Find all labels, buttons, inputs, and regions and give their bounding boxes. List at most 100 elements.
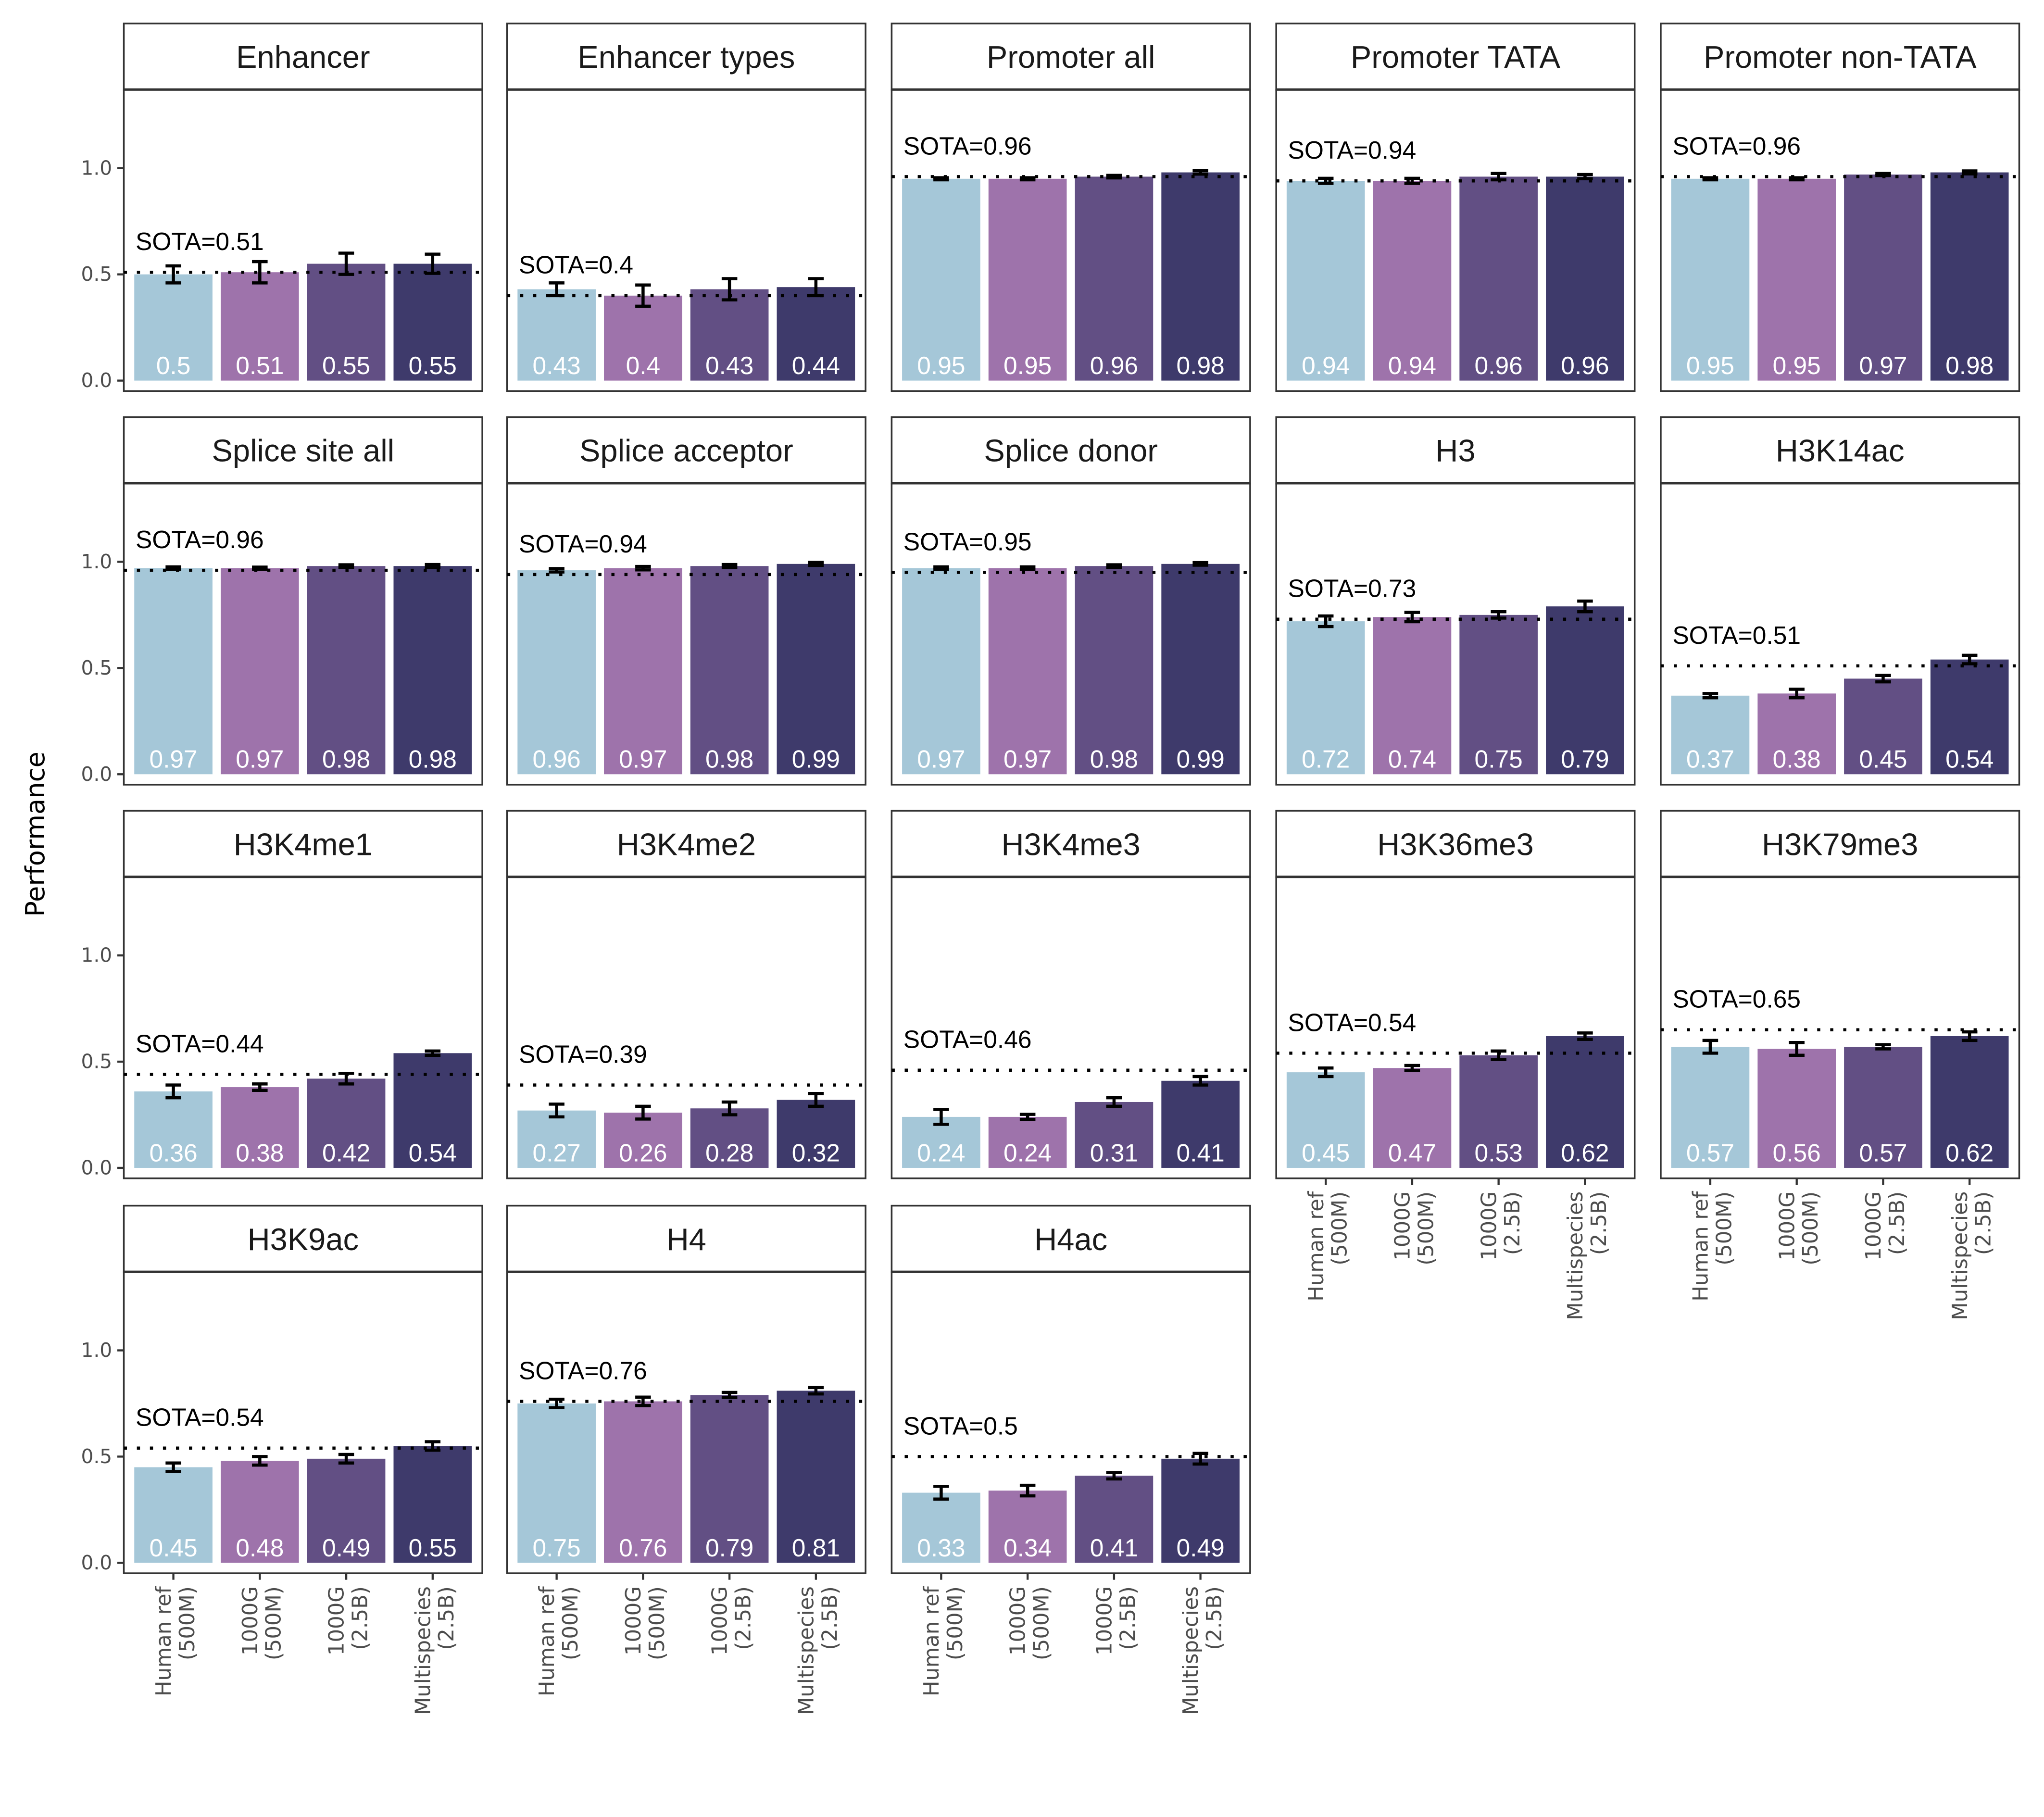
bar <box>1075 176 1154 381</box>
x-tick-label-line: (2.5B) <box>348 1586 372 1650</box>
bar-value-label: 0.98 <box>1945 351 1994 379</box>
sota-label: SOTA=0.54 <box>1288 1008 1417 1036</box>
bar-value-label: 0.41 <box>1177 1139 1225 1166</box>
bar <box>1546 176 1624 381</box>
bar-value-label: 0.97 <box>236 745 284 773</box>
x-tick-label: Human ref(500M) <box>1304 1190 1352 1302</box>
bar-value-label: 0.95 <box>1773 351 1821 379</box>
bar-value-label: 0.55 <box>322 351 370 379</box>
bar-value-label: 0.62 <box>1945 1139 1994 1166</box>
x-tick-label-line: (500M) <box>1712 1191 1736 1266</box>
bar-value-label: 0.97 <box>917 745 965 773</box>
facet-panel: Enhancer types 0.43 0.4 0.43 0.44 SOTA=0.4 <box>506 23 866 392</box>
bar-value-label: 0.79 <box>1561 745 1609 773</box>
facet-panel: H3K4me2 0.27 0.26 0.28 0.32 SOTA=0.39 <box>506 810 866 1179</box>
panels: Enhancer 0.0 0.5 1.0 0.5 0.51 0.55 0.55 SOTA=0.5… <box>81 23 2020 1715</box>
sota-label: SOTA=0.39 <box>519 1040 647 1068</box>
bar-value-label: 0.75 <box>533 1534 581 1562</box>
bar-value-label: 0.51 <box>236 351 284 379</box>
bar-value-label: 0.45 <box>149 1534 197 1562</box>
bar-value-label: 0.96 <box>533 745 581 773</box>
bar-value-label: 0.94 <box>1302 351 1350 379</box>
facet-panel: Promoter TATA 0.94 0.94 0.96 0.96 SOTA=0.94 <box>1275 23 1636 392</box>
x-tick-label: Multispecies(2.5B) <box>1948 1191 1996 1320</box>
x-tick-label-line: (2.5B) <box>1501 1191 1525 1255</box>
x-tick-label: 1000G(2.5B) <box>1092 1586 1140 1655</box>
x-tick-label-line: (2.5B) <box>1587 1191 1611 1255</box>
x-tick-label-line: Multispecies <box>1179 1586 1203 1715</box>
bar-value-label: 0.24 <box>917 1139 965 1166</box>
facet-title: H3K79me3 <box>1762 827 1918 862</box>
bar <box>517 570 596 775</box>
bar-value-label: 0.95 <box>1686 351 1734 379</box>
bar-value-label: 0.54 <box>1945 745 1994 773</box>
facet-title: H3K4me3 <box>1002 827 1141 862</box>
x-tick-label-line: 1000G <box>325 1586 349 1655</box>
facet-title: H3K14ac <box>1776 433 1905 468</box>
x-tick-label-line: (500M) <box>1799 1191 1823 1266</box>
facet-panel: H3 0.72 0.74 0.75 0.79 SOTA=0.73 <box>1275 416 1636 786</box>
bar-value-label: 0.27 <box>533 1139 581 1166</box>
bar-value-label: 0.74 <box>1388 745 1436 773</box>
sota-label: SOTA=0.4 <box>519 251 633 279</box>
y-tick-label: 1.0 <box>81 1339 112 1362</box>
bar-value-label: 0.62 <box>1561 1139 1609 1166</box>
bar-value-label: 0.97 <box>149 745 197 773</box>
y-tick-label: 0.0 <box>81 1156 112 1179</box>
bar <box>1161 564 1240 775</box>
bar <box>220 568 299 775</box>
bar <box>1844 174 1922 381</box>
bar-value-label: 0.79 <box>705 1534 753 1562</box>
sota-label: SOTA=0.76 <box>519 1356 647 1384</box>
faceted-bar-chart: Performance Enhancer 0.0 0.5 1.0 0.5 0.51 0.55… <box>20 23 2020 1715</box>
x-tick-label-line: (2.5B) <box>818 1586 842 1650</box>
x-tick-label: Multispecies(2.5B) <box>411 1586 459 1715</box>
x-tick-label: 1000G(2.5B) <box>325 1586 373 1655</box>
bar-value-label: 0.56 <box>1773 1139 1821 1166</box>
facet-panel: H3K79me3 0.57 0.56 0.57 0.62 SOTA=0.65 Human r… <box>1660 810 2020 1320</box>
sota-label: SOTA=0.73 <box>1288 575 1417 602</box>
bar-value-label: 0.96 <box>1090 351 1138 379</box>
x-tick-label-line: (2.5B) <box>1116 1586 1140 1650</box>
x-tick-label-line: Multispecies <box>411 1586 435 1715</box>
bar-value-label: 0.55 <box>409 351 457 379</box>
bar-value-label: 0.43 <box>705 351 753 379</box>
y-axis-label: Performance <box>20 752 50 917</box>
bar-value-label: 0.37 <box>1686 745 1734 773</box>
bar <box>1161 172 1240 381</box>
bar-value-label: 0.49 <box>322 1534 370 1562</box>
y-tick-label: 0.0 <box>81 1551 112 1574</box>
x-tick-label: Multispecies(2.5B) <box>794 1586 842 1715</box>
bar-value-label: 0.36 <box>149 1139 197 1166</box>
x-tick-label-line: 1000G <box>1775 1191 1799 1261</box>
sota-label: SOTA=0.54 <box>136 1403 264 1431</box>
x-tick-label-line: Multispecies <box>1948 1191 1972 1320</box>
bar-value-label: 0.95 <box>917 351 965 379</box>
x-tick-label-line: 1000G <box>238 1586 263 1655</box>
sota-label: SOTA=0.44 <box>136 1029 264 1057</box>
facet-panel: H4ac0.33 0.34 0.41 0.49SOTA=0.5Human ref(50… <box>890 1204 1251 1715</box>
bar-value-label: 0.55 <box>409 1534 457 1562</box>
bar-value-label: 0.4 <box>626 351 661 379</box>
y-tick-label: 0.5 <box>81 1050 112 1073</box>
x-tick-label-line: (500M) <box>1328 1191 1352 1266</box>
x-tick-label-line: Human ref <box>1689 1190 1713 1302</box>
x-tick-label-line: Multispecies <box>794 1586 818 1715</box>
x-tick-label-line: (500M) <box>1030 1586 1054 1660</box>
bar <box>902 568 980 775</box>
x-tick-label-line: Multispecies <box>1564 1191 1588 1320</box>
bar <box>393 566 472 775</box>
x-tick-label-line: (2.5B) <box>1972 1191 1996 1255</box>
bar-value-label: 0.42 <box>322 1139 370 1166</box>
facet-panel: H3K36me3 0.45 0.47 0.53 0.62 SOTA=0.54 Human r… <box>1275 810 1636 1320</box>
facet-panel: Promoter non-TATA 0.95 0.95 0.97 0.98 SOTA=0.… <box>1660 23 2020 392</box>
facet-panel: Splice site all 0.0 0.5 1.0 0.97 0.97 0.98 0.98… <box>81 416 483 786</box>
bar-value-label: 0.99 <box>1177 745 1225 773</box>
bar-value-label: 0.44 <box>792 351 840 379</box>
x-tick-label-line: 1000G <box>708 1586 732 1655</box>
bar-value-label: 0.98 <box>1177 351 1225 379</box>
x-tick-label-line: 1000G <box>622 1586 646 1655</box>
bar-value-label: 0.45 <box>1859 745 1907 773</box>
sota-label: SOTA=0.94 <box>1288 136 1417 164</box>
facet-panel: H40.75 0.76 0.79 0.81SOTA=0.76Human ref(500… <box>506 1204 866 1715</box>
